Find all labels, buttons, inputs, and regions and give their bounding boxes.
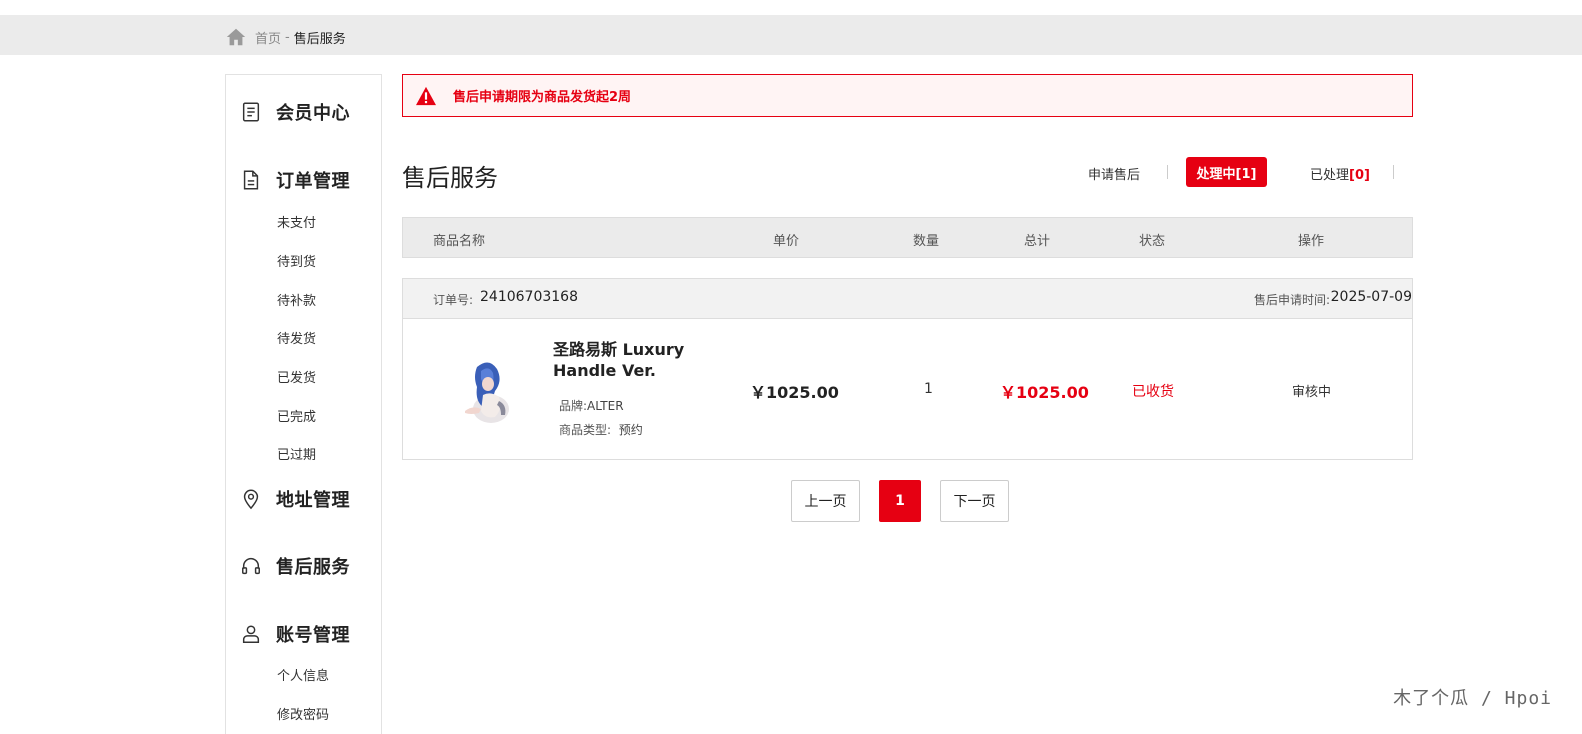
tab-processed-label: 已处理: [1310, 168, 1350, 183]
headset-icon: [242, 558, 260, 575]
order-no-label: 订单号:: [433, 293, 474, 307]
col-status: 状态: [1139, 234, 1166, 249]
total-price: ￥1025.00: [1000, 383, 1089, 402]
sidebar-account-mgmt[interactable]: 账号管理: [240, 621, 350, 647]
col-quantity: 数量: [913, 234, 940, 249]
sidebar-address-mgmt[interactable]: 地址管理: [240, 486, 350, 512]
col-action: 操作: [1298, 234, 1325, 249]
sidebar-member-center-label: 会员中心: [276, 103, 350, 124]
sidebar-item-completed[interactable]: 已完成: [277, 406, 316, 425]
tab-apply-after-sales[interactable]: 申请售后: [1088, 164, 1140, 183]
sidebar-item-unpaid[interactable]: 未支付: [277, 212, 316, 231]
sidebar-after-sales-label: 售后服务: [276, 557, 350, 578]
product-type: 商品类型: 预约: [559, 421, 643, 438]
product-type-value: 预约: [618, 423, 643, 437]
product-brand-value: ALTER: [587, 399, 624, 413]
order-status: 已收货: [1132, 384, 1174, 400]
watermark: 木了个瓜 / Hpoi: [1393, 688, 1552, 709]
warning-icon: [416, 86, 436, 105]
apply-time-label: 售后申请时间:: [1253, 293, 1330, 307]
tab-divider: [1393, 165, 1394, 179]
sidebar-item-awaiting-shipment[interactable]: 待发货: [277, 328, 316, 347]
prev-page-button[interactable]: 上一页: [791, 480, 860, 522]
product-brand-label: 品牌:: [559, 399, 588, 413]
next-page-button[interactable]: 下一页: [940, 480, 1009, 522]
tab-divider: [1167, 165, 1168, 179]
tab-processing[interactable]: 处理中[1]: [1186, 157, 1267, 187]
user-icon: [242, 625, 260, 643]
location-pin-icon: [243, 489, 259, 510]
sidebar: 会员中心 订单管理 未支付 待到货 待补款 待发货 已发货 已完成 已过期 地址…: [225, 74, 382, 734]
tab-processed[interactable]: 已处理[0]: [1310, 164, 1370, 183]
home-icon[interactable]: [225, 26, 247, 48]
order-document-icon: [243, 170, 259, 190]
breadcrumb-home[interactable]: 首页: [255, 28, 281, 47]
order-header: 订单号: 24106703168 售后申请时间: 2025-07-09: [403, 279, 1412, 319]
sidebar-item-awaiting-balance[interactable]: 待补款: [277, 290, 316, 309]
notice-text: 售后申请期限为商品发货起2周: [453, 90, 632, 105]
col-unit-price: 单价: [773, 234, 800, 249]
sidebar-item-shipped[interactable]: 已发货: [277, 367, 316, 386]
breadcrumb: 首页 - 售后服务: [225, 26, 346, 48]
unit-price: ￥1025.00: [750, 383, 839, 402]
sidebar-item-expired[interactable]: 已过期: [277, 444, 316, 463]
page-1-button[interactable]: 1: [879, 480, 921, 522]
col-product-name: 商品名称: [433, 234, 486, 249]
breadcrumb-current: 售后服务: [293, 31, 346, 47]
col-total: 总计: [1024, 234, 1051, 249]
after-sales-action: 审核中: [1292, 385, 1332, 400]
sidebar-order-mgmt-label: 订单管理: [276, 171, 350, 192]
sidebar-account-mgmt-label: 账号管理: [276, 625, 350, 646]
sidebar-item-personal-info[interactable]: 个人信息: [277, 665, 329, 684]
document-list-icon: [242, 102, 260, 122]
page-title: 售后服务: [402, 164, 498, 192]
sidebar-order-mgmt[interactable]: 订单管理: [240, 167, 350, 193]
product-image[interactable]: [455, 357, 525, 427]
sidebar-item-awaiting-arrival[interactable]: 待到货: [277, 251, 316, 270]
sidebar-address-mgmt-label: 地址管理: [276, 490, 350, 511]
apply-time: 2025-07-09: [1330, 289, 1412, 305]
sidebar-after-sales[interactable]: 售后服务: [240, 553, 350, 579]
product-brand: 品牌:ALTER: [559, 397, 624, 414]
top-strip: [0, 0, 1582, 15]
quantity: 1: [924, 381, 933, 397]
breadcrumb-separator: -: [285, 29, 290, 45]
table-header: 商品名称 单价 数量 总计 状态 操作: [402, 217, 1413, 258]
order-no: 24106703168: [480, 289, 578, 305]
sidebar-member-center[interactable]: 会员中心: [240, 99, 350, 125]
product-name[interactable]: 圣路易斯 Luxury Handle Ver.: [553, 339, 713, 381]
after-sales-notice: 售后申请期限为商品发货起2周: [402, 74, 1413, 117]
order-card: 订单号: 24106703168 售后申请时间: 2025-07-09 圣路易斯…: [402, 278, 1413, 460]
product-type-label: 商品类型:: [559, 423, 612, 437]
tab-processed-count: [0]: [1349, 168, 1370, 183]
sidebar-item-change-password[interactable]: 修改密码: [277, 704, 329, 723]
